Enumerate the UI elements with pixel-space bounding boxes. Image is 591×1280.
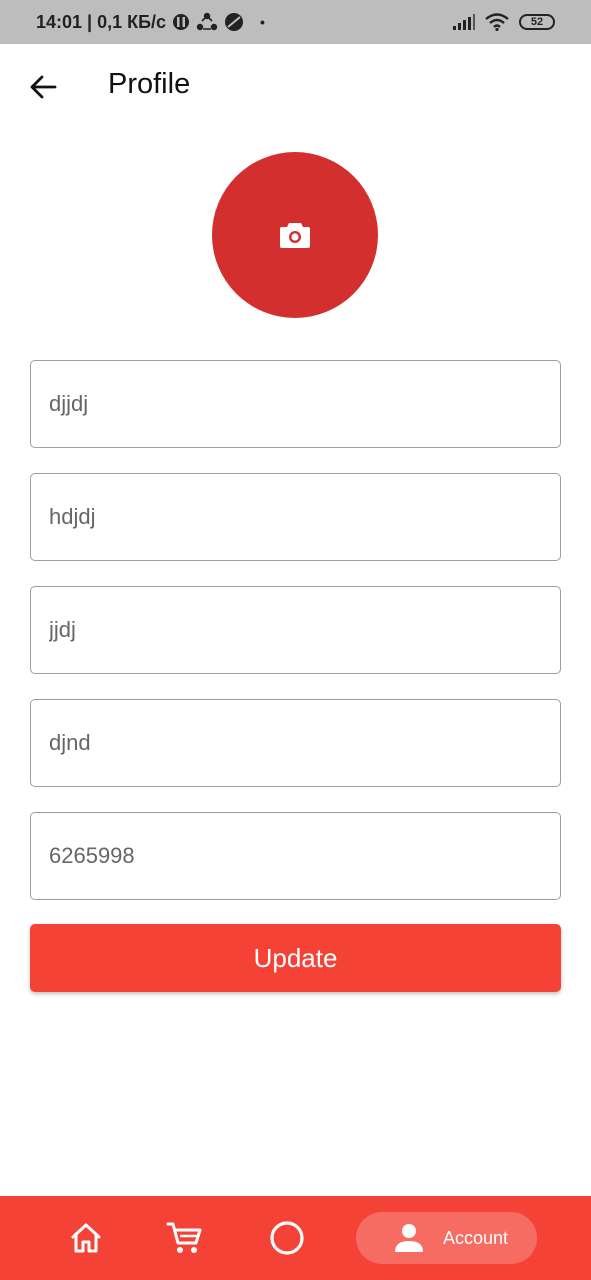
nav-account-label: Account bbox=[442, 1227, 509, 1248]
battery-icon: 52 bbox=[519, 14, 555, 30]
profile-field-2[interactable] bbox=[30, 473, 561, 561]
app-notification-icon bbox=[172, 13, 190, 31]
profile-field-4[interactable] bbox=[30, 699, 561, 787]
status-time: 14:01 | 0,1 КБ/с bbox=[36, 11, 167, 32]
cart-icon bbox=[166, 1222, 202, 1253]
update-button[interactable]: Update bbox=[30, 924, 561, 992]
status-left: 14:01 | 0,1 КБ/с • bbox=[36, 12, 265, 33]
profile-input-1[interactable] bbox=[49, 391, 542, 417]
wifi-icon bbox=[485, 13, 509, 31]
camera-icon bbox=[280, 223, 310, 248]
signal-icon bbox=[453, 14, 475, 30]
profile-field-3[interactable] bbox=[30, 586, 561, 674]
status-dot: • bbox=[260, 14, 265, 30]
avatar-upload-button[interactable] bbox=[212, 152, 378, 318]
app-bar: Profile bbox=[0, 44, 591, 130]
bottom-navigation: Account bbox=[0, 1196, 591, 1280]
nav-home[interactable] bbox=[66, 1218, 106, 1258]
nav-orders[interactable] bbox=[267, 1218, 307, 1258]
phone-field[interactable] bbox=[30, 812, 561, 900]
status-right: 52 bbox=[453, 13, 555, 31]
back-button[interactable] bbox=[26, 70, 60, 104]
nav-cart[interactable] bbox=[165, 1218, 205, 1258]
page-title: Profile bbox=[108, 68, 191, 100]
circle-icon bbox=[270, 1221, 304, 1255]
home-icon bbox=[71, 1223, 101, 1253]
profile-field-1[interactable] bbox=[30, 360, 561, 448]
profile-input-4[interactable] bbox=[49, 730, 542, 756]
browser-notification-icon bbox=[224, 12, 244, 32]
sync-notification-icon bbox=[196, 12, 218, 32]
status-bar: 14:01 | 0,1 КБ/с • 52 bbox=[0, 0, 591, 44]
profile-input-3[interactable] bbox=[49, 617, 542, 643]
arrow-back-icon bbox=[30, 75, 57, 99]
profile-input-2[interactable] bbox=[49, 504, 542, 530]
person-icon bbox=[394, 1224, 423, 1252]
nav-account[interactable]: Account bbox=[356, 1212, 537, 1264]
phone-input[interactable] bbox=[49, 843, 542, 869]
